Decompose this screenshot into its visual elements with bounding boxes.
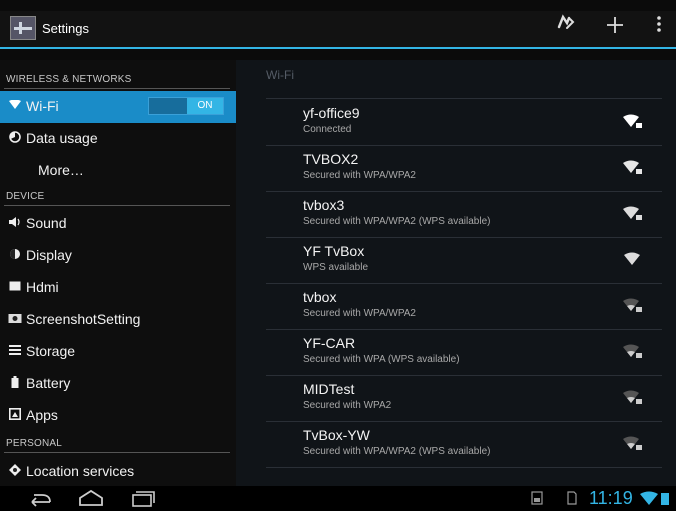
- sidebar-item-label: Hdmi: [26, 279, 59, 295]
- sidebar-item-location[interactable]: Location services: [0, 456, 236, 486]
- network-status: Secured with WPA/WPA2 (WPS available): [303, 216, 491, 227]
- network-item-yf-tvbox[interactable]: YF TvBox WPS available: [266, 238, 662, 284]
- location-icon: [8, 464, 22, 478]
- sd-card-icon: [567, 491, 577, 505]
- wifi-signal-locked-icon: [623, 298, 642, 312]
- wifi-icon: [8, 99, 22, 113]
- toggle-state: ON: [187, 98, 223, 114]
- wifi-signal-locked-icon: [623, 390, 642, 404]
- back-icon[interactable]: [24, 489, 54, 509]
- battery-icon: [8, 376, 22, 390]
- app-title: Settings: [42, 21, 89, 36]
- data-usage-icon: [8, 131, 22, 145]
- camera-icon: [8, 312, 22, 326]
- sidebar-item-sound[interactable]: Sound: [0, 208, 236, 240]
- wifi-signal-locked-icon: [623, 114, 642, 128]
- system-nav-bar: 11:19: [0, 486, 676, 511]
- sidebar-item-apps[interactable]: Apps: [0, 400, 236, 432]
- network-name: tvbox3: [303, 197, 345, 213]
- network-status: Secured with WPA/WPA2: [303, 308, 416, 319]
- sidebar-item-storage[interactable]: Storage: [0, 336, 236, 368]
- network-item-tvbox2[interactable]: TVBOX2 Secured with WPA/WPA2: [266, 146, 662, 192]
- network-item-tvbox3[interactable]: tvbox3 Secured with WPA/WPA2 (WPS availa…: [266, 192, 662, 238]
- status-clock: 11:19: [589, 488, 633, 508]
- sidebar-item-hdmi[interactable]: Hdmi: [0, 272, 236, 304]
- add-network-button[interactable]: [600, 13, 630, 43]
- sidebar-item-screenshot[interactable]: ScreenshotSetting: [0, 304, 236, 336]
- sidebar-item-battery[interactable]: Battery: [0, 368, 236, 400]
- sidebar-item-label: ScreenshotSetting: [26, 311, 141, 327]
- wifi-panel-title: Wi-Fi: [266, 68, 294, 82]
- sidebar-item-label: Battery: [26, 375, 71, 391]
- sidebar-item-label: Sound: [26, 215, 67, 231]
- sidebar-item-label: Wi-Fi: [26, 98, 59, 114]
- sidebar-item-data-usage[interactable]: Data usage: [0, 123, 236, 155]
- sidebar-item-label: Data usage: [26, 130, 98, 146]
- action-bar: Settings: [0, 11, 676, 49]
- sound-icon: [8, 216, 22, 230]
- sidebar-item-display[interactable]: Display: [0, 240, 236, 272]
- network-name: yf-office9: [303, 105, 360, 121]
- home-icon[interactable]: [76, 489, 106, 509]
- settings-sidebar: WIRELESS & NETWORKS Wi-Fi ON Data usage …: [0, 60, 236, 486]
- sidebar-item-label: More…: [38, 162, 84, 178]
- sidebar-item-label: Display: [26, 247, 72, 263]
- notification-icon[interactable]: [531, 491, 543, 505]
- sidebar-item-wifi[interactable]: Wi-Fi ON: [0, 91, 236, 123]
- network-name: TVBOX2: [303, 151, 359, 167]
- wifi-signal-locked-icon: [623, 160, 642, 174]
- settings-app-icon[interactable]: [10, 16, 36, 40]
- section-header-personal: PERSONAL: [4, 434, 230, 453]
- apps-icon: [8, 408, 22, 422]
- section-header-device: DEVICE: [4, 187, 230, 206]
- network-status: Secured with WPA/WPA2: [303, 170, 416, 181]
- network-status: Secured with WPA (WPS available): [303, 354, 460, 365]
- network-item-tvbox[interactable]: tvbox Secured with WPA/WPA2: [266, 284, 662, 330]
- network-name: YF TvBox: [303, 243, 365, 259]
- wifi-status-icon: [640, 491, 658, 505]
- network-status: WPS available: [303, 262, 369, 273]
- section-header-wireless: WIRELESS & NETWORKS: [4, 70, 230, 89]
- wifi-panel: Wi-Fi yf-office9 Connected TVBOX2 Secure…: [236, 60, 676, 486]
- sidebar-item-label: Storage: [26, 343, 76, 359]
- divider: [266, 98, 662, 99]
- recent-apps-icon[interactable]: [128, 489, 158, 509]
- network-name: TvBox-YW: [303, 427, 370, 443]
- network-item-midtest[interactable]: MIDTest Secured with WPA2: [266, 376, 662, 422]
- wifi-signal-locked-icon: [623, 344, 642, 358]
- overflow-menu-icon[interactable]: [644, 13, 674, 43]
- wps-icon[interactable]: [551, 13, 581, 43]
- network-item-partial[interactable]: [266, 468, 662, 486]
- wifi-signal-locked-icon: [623, 436, 642, 450]
- sidebar-item-label: Location services: [26, 463, 135, 479]
- wifi-signal-locked-icon: [623, 206, 642, 220]
- display-icon: [8, 248, 22, 262]
- network-status: Connected: [303, 124, 352, 135]
- wifi-signal-icon: [624, 252, 640, 265]
- settings-screen: Settings WIRELESS & NETWORKS Wi-Fi ON Da…: [0, 0, 676, 511]
- storage-icon: [8, 344, 22, 358]
- network-status: Secured with WPA2: [303, 400, 392, 411]
- hdmi-icon: [8, 280, 22, 294]
- network-item-yf-office9[interactable]: yf-office9 Connected: [266, 100, 662, 146]
- network-item-tvbox-yw[interactable]: TvBox-YW Secured with WPA/WPA2 (WPS avai…: [266, 422, 662, 468]
- network-name: YF-CAR: [303, 335, 356, 351]
- sidebar-item-more[interactable]: More…: [0, 155, 236, 187]
- wifi-toggle[interactable]: ON: [148, 97, 224, 115]
- sidebar-item-label: Apps: [26, 407, 58, 423]
- network-name: MIDTest: [303, 381, 355, 397]
- network-item-yf-car[interactable]: YF-CAR Secured with WPA (WPS available): [266, 330, 662, 376]
- network-status: Secured with WPA/WPA2 (WPS available): [303, 446, 491, 457]
- network-name: tvbox: [303, 289, 337, 305]
- battery-status-icon: [661, 493, 669, 505]
